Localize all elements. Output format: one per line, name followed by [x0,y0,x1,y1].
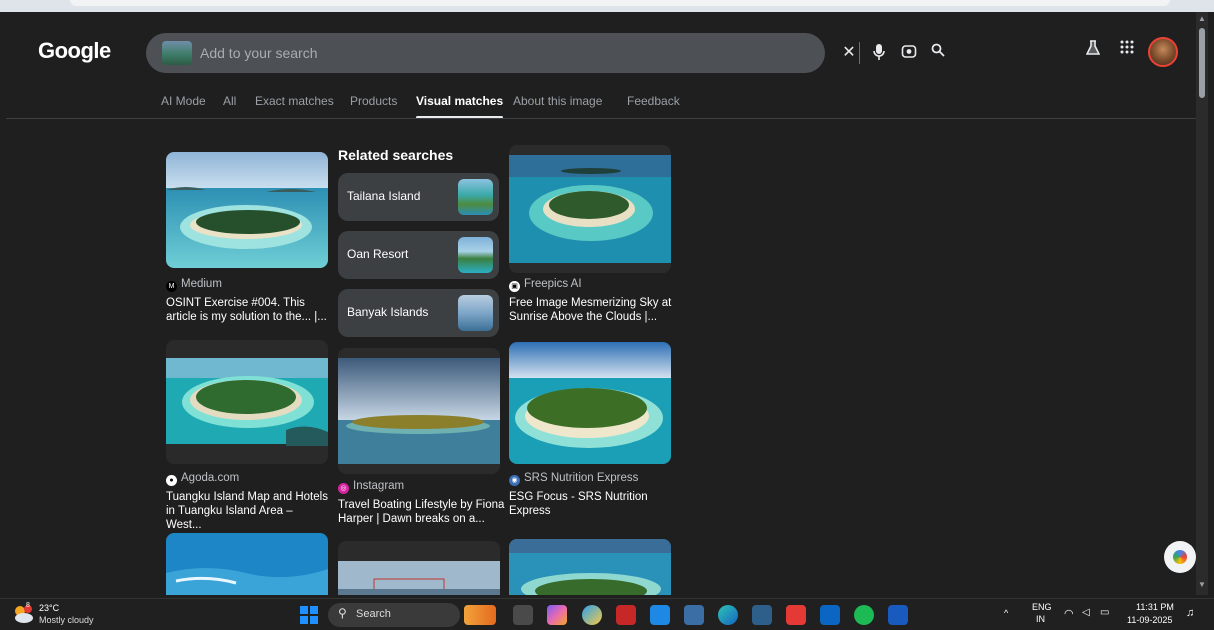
scrollbar-thumb[interactable] [1199,28,1205,98]
task-view-icon[interactable] [513,605,533,625]
related-search-thumbnail [458,295,493,331]
labs-flask-icon[interactable] [1082,40,1104,62]
result-image[interactable] [509,539,671,595]
medium-icon: M [166,281,177,292]
volume-icon[interactable]: ◁ [1082,607,1090,618]
google-logo[interactable]: Google [38,38,111,64]
scroll-up-arrow-icon[interactable]: ▲ [1197,14,1207,24]
snipping-tool-icon[interactable] [752,605,772,625]
related-search-label: Banyak Islands [347,305,429,319]
mcafee-icon[interactable] [616,605,636,625]
gemini-icon [1173,550,1187,564]
source-name: Medium [181,278,222,290]
source-name: Instagram [353,480,405,492]
account-avatar[interactable] [1148,37,1178,67]
related-search-chip[interactable]: Oan Resort [338,231,499,279]
tab-visual-matches[interactable]: Visual matches [416,94,504,119]
result-title[interactable]: OSINT Exercise #004. This article is my … [166,296,331,324]
store-icon[interactable] [684,605,704,625]
related-searches-title: Related searches [338,147,454,163]
result-image[interactable] [166,152,328,268]
battery-icon[interactable]: ▭ [1100,607,1109,618]
edge-icon[interactable] [718,605,738,625]
tab-all[interactable]: All [223,94,236,108]
result-image[interactable] [166,340,328,464]
related-search-thumbnail [458,237,493,273]
tab-feedback[interactable]: Feedback [627,94,680,108]
news-widget-icon[interactable] [464,605,496,625]
related-search-thumbnail [458,179,493,215]
tabs-divider [6,118,1196,119]
linkedin-icon[interactable] [820,605,840,625]
notification-bell-icon[interactable]: ♫ [1186,607,1194,619]
result-source[interactable]: ◎ Instagram [338,480,404,494]
vscode-icon[interactable] [650,605,670,625]
tab-exact-matches[interactable]: Exact matches [255,94,334,108]
search-bar[interactable]: ✕ [146,33,945,73]
result-source[interactable]: ▣ Freepics AI [509,278,582,292]
search-icon[interactable] [928,43,948,63]
lens-icon[interactable] [899,43,919,63]
weather-badge: 8 [26,602,30,609]
tab-products[interactable]: Products [350,94,397,108]
microphone-icon[interactable] [869,43,889,63]
result-title[interactable]: ESG Focus - SRS Nutrition Express [509,490,674,518]
clock-date[interactable]: 11-09-2025 [1127,615,1172,625]
result-image[interactable] [509,342,671,464]
result-title[interactable]: Travel Boating Lifestyle by Fiona Harper… [338,498,506,526]
apps-grid-icon[interactable] [1116,40,1138,62]
related-search-label: Tailana Island [347,189,421,203]
windows-taskbar: 8 23°C Mostly cloudy ⚲ Search ^ ENG IN ◠… [0,598,1214,630]
result-title[interactable]: Tuangku Island Map and Hotels in Tuangku… [166,490,331,532]
clear-icon[interactable]: ✕ [839,43,859,63]
source-name: Freepics AI [524,278,582,290]
weather-temperature[interactable]: 23°C [39,603,59,613]
language-top[interactable]: ENG [1032,602,1052,612]
language-bottom[interactable]: IN [1036,614,1045,624]
result-image[interactable] [166,533,328,595]
wifi-icon[interactable]: ◠ [1064,607,1074,620]
weather-description[interactable]: Mostly cloudy [39,615,94,625]
tab-about-this-image[interactable]: About this image [513,94,602,108]
result-source[interactable]: ● Agoda.com [166,472,239,486]
srs-icon: ◉ [509,475,520,486]
agoda-icon: ● [166,475,177,486]
page-scrollbar[interactable]: ▲ ▼ [1196,12,1208,595]
wps-office-icon[interactable] [786,605,806,625]
related-search-chip[interactable]: Tailana Island [338,173,499,221]
result-source[interactable]: ◉ SRS Nutrition Express [509,472,638,486]
result-image[interactable] [338,348,500,474]
results-page: Google ✕ AI Mode All Exact matches Produ… [6,12,1196,595]
clock-time[interactable]: 11:31 PM [1136,602,1174,612]
taskbar-search[interactable]: ⚲ Search [328,603,460,627]
show-hidden-icons-icon[interactable]: ^ [1004,608,1008,618]
related-search-chip[interactable]: Banyak Islands [338,289,499,337]
tab-ai-mode[interactable]: AI Mode [161,94,206,108]
result-image[interactable] [509,145,671,273]
source-name: Agoda.com [181,472,240,484]
word-icon[interactable] [888,605,908,625]
copilot-icon[interactable] [547,605,567,625]
taskbar-search-icon: ⚲ [338,606,347,620]
spotify-icon[interactable] [854,605,874,625]
source-name: SRS Nutrition Express [524,472,639,484]
result-source[interactable]: M Medium [166,278,222,292]
result-image[interactable] [338,541,500,595]
taskbar-search-label: Search [356,608,391,620]
search-divider [859,42,860,64]
browser-top-pill [70,0,1170,6]
result-title[interactable]: Free Image Mesmerizing Sky at Sunrise Ab… [509,296,674,324]
freepics-icon: ▣ [509,281,520,292]
related-search-label: Oan Resort [347,247,409,261]
gemini-button[interactable] [1164,541,1196,573]
scroll-down-arrow-icon[interactable]: ▼ [1197,580,1207,590]
instagram-icon: ◎ [338,483,349,494]
query-image-thumbnail[interactable] [162,41,192,65]
windows-start-icon[interactable] [300,606,318,624]
browser-app-icon[interactable] [582,605,602,625]
browser-top-strip [0,0,1214,12]
search-input[interactable] [200,41,670,65]
